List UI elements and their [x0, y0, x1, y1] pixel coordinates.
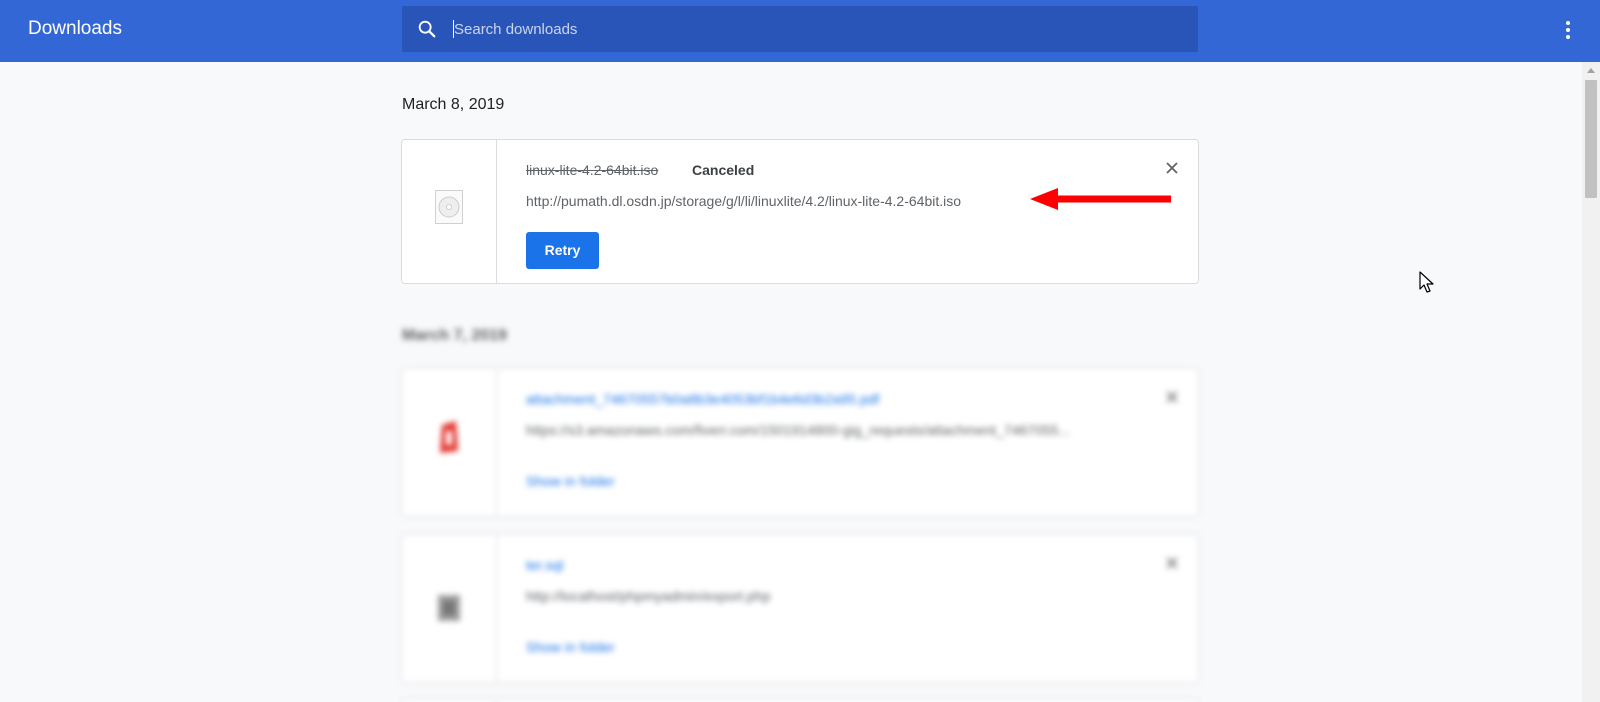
disc-image-file-icon — [435, 190, 463, 224]
file-icon-column — [402, 369, 497, 516]
show-in-folder-link[interactable]: Show in folder — [526, 473, 615, 489]
file-name: linux-lite-4.2-64bit.iso — [526, 162, 659, 178]
download-item: linux-lite-4.2-64bit.iso Canceled http:/… — [401, 139, 1199, 284]
download-item: attachment_74670557b0a8b3e4053bf1b4e6d3b… — [401, 368, 1199, 517]
scrollbar-thumb[interactable] — [1585, 80, 1597, 198]
file-icon-column — [402, 535, 497, 682]
generic-file-icon — [438, 595, 460, 621]
search-input[interactable] — [454, 6, 1174, 52]
download-url[interactable]: https://s3.amazonaws.com/fiverr.com/1501… — [526, 422, 1070, 438]
file-name-link[interactable]: ter.sql — [526, 557, 563, 573]
mouse-cursor-icon — [1419, 271, 1434, 293]
toolbar: Downloads — [0, 0, 1600, 62]
search-icon[interactable] — [416, 18, 438, 40]
show-in-folder-link[interactable]: Show in folder — [526, 639, 615, 655]
more-vert-icon[interactable] — [1556, 18, 1580, 44]
red-arrow-icon — [1030, 188, 1171, 210]
scrollbar[interactable] — [1582, 62, 1600, 702]
close-icon[interactable] — [1164, 555, 1180, 571]
status-label: Canceled — [692, 162, 755, 178]
close-icon[interactable] — [1164, 389, 1180, 405]
page-title: Downloads — [28, 18, 122, 39]
retry-button[interactable]: Retry — [526, 232, 599, 269]
download-item: ter.sql http://localhost/phpmyadmin/expo… — [401, 534, 1199, 683]
file-icon-column — [402, 140, 497, 283]
close-icon[interactable] — [1164, 160, 1180, 176]
search-bar[interactable] — [402, 6, 1198, 52]
date-header: March 8, 2019 — [402, 96, 505, 113]
scroll-up-icon[interactable] — [1587, 68, 1595, 73]
download-url[interactable]: http://localhost/phpmyadmin/export.php — [526, 588, 770, 604]
file-name-link[interactable]: attachment_74670557b0a8b3e4053bf1b4e6d3b… — [526, 391, 879, 407]
date-header: March 7, 2019 — [402, 327, 507, 344]
download-url[interactable]: http://pumath.dl.osdn.jp/storage/g/l/li/… — [526, 193, 961, 209]
pdf-file-icon — [440, 421, 458, 453]
